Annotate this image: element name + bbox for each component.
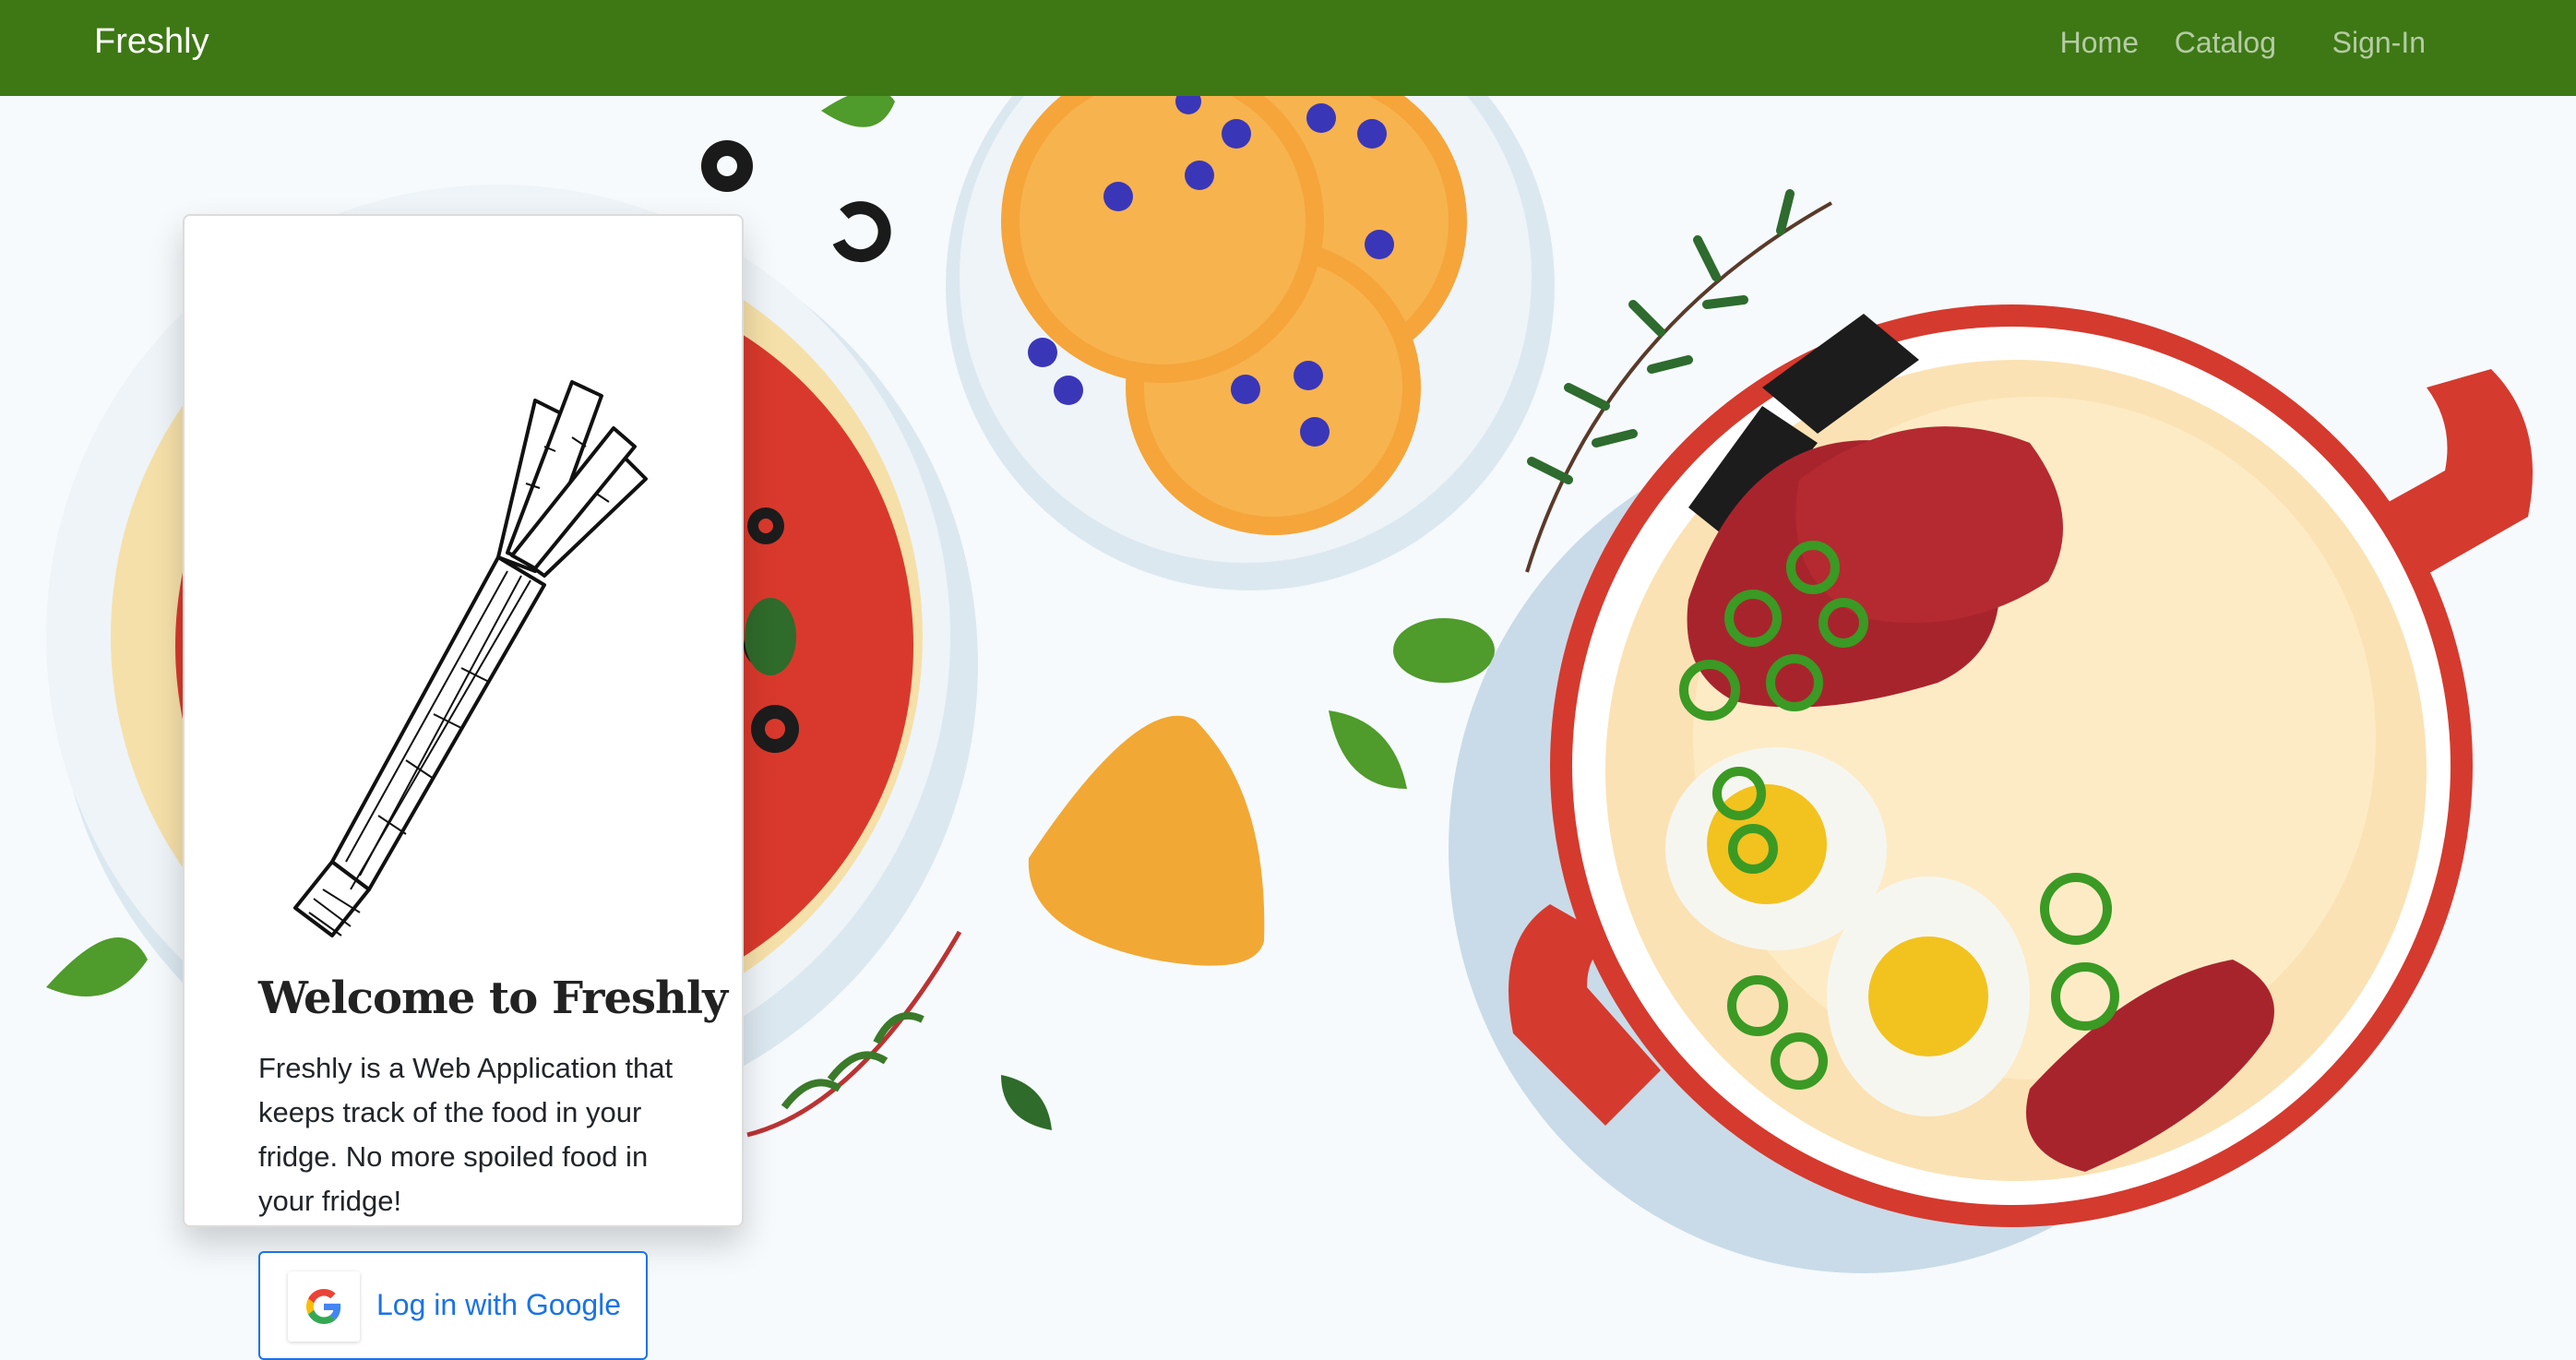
google-logo-box [288, 1271, 360, 1342]
google-login-button[interactable]: Log in with Google [258, 1251, 648, 1360]
google-login-label: Log in with Google [376, 1288, 622, 1321]
nav-link-catalog[interactable]: Catalog [2175, 26, 2276, 60]
card-description: Freshly is a Web Application that keeps … [258, 1052, 674, 1217]
leek-illustration [293, 380, 648, 937]
google-logo-icon [306, 1289, 341, 1324]
cheese-wedge-illustration [1028, 715, 1265, 966]
navbar: Freshly Home Catalog Sign-In [0, 0, 2576, 96]
ramen-pot-illustration [1449, 304, 2533, 1273]
nav-link-home[interactable]: Home [2060, 26, 2139, 60]
brand-link[interactable]: Freshly [94, 22, 209, 62]
nav-link-sign-in[interactable]: Sign-In [2332, 26, 2426, 60]
welcome-card: Welcome to Freshly Freshly is a Web Appl… [183, 214, 744, 1360]
card-title: Welcome to Freshly [258, 972, 728, 1024]
